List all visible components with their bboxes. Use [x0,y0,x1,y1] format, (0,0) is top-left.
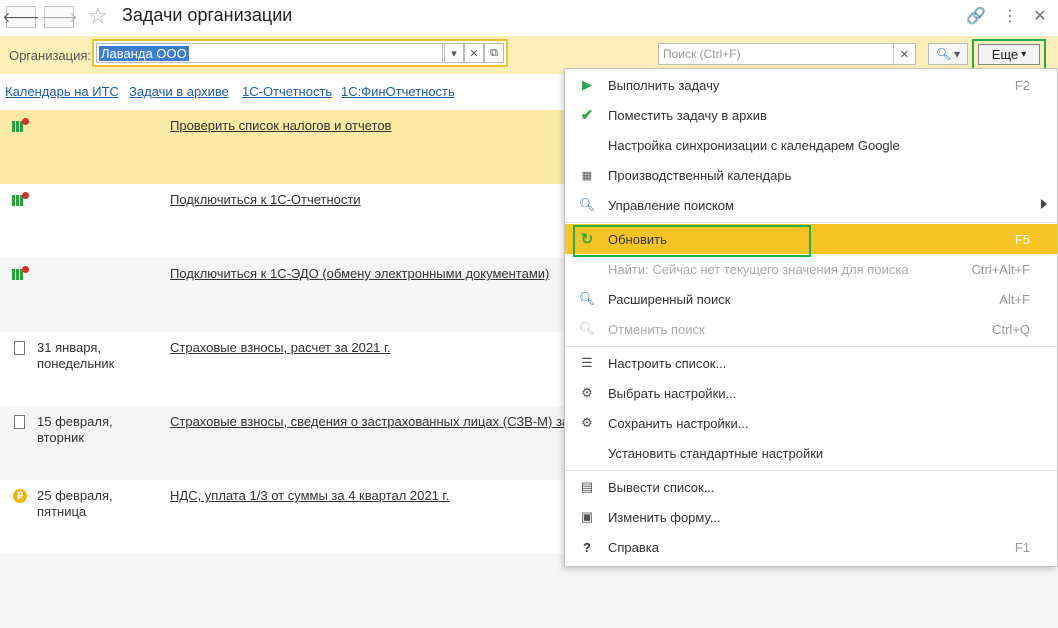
calendar-icon: ▦ [581,169,593,182]
task-title[interactable]: НДС, уплата 1/3 от суммы за 4 квартал 20… [170,488,449,503]
menu-item-choose-settings[interactable]: ⚙ Выбрать настройки... [565,378,1057,408]
document-icon [12,414,30,432]
menu-item-search-mgmt[interactable]: 🔍︎ Управление поиском [565,190,1057,220]
back-button[interactable]: 🡐 [2,6,40,28]
task-date: 15 февраля, вторник [37,414,113,445]
org-open-button[interactable]: ⧉ [484,43,504,63]
forward-button[interactable]: 🡒 [40,6,78,28]
menu-item-archive[interactable]: ✔ Поместить задачу в архив [565,100,1057,130]
more-menu: ▶ Выполнить задачу F2 ✔ Поместить задачу… [564,68,1058,567]
task-title[interactable]: Проверить список налогов и отчетов [170,118,391,133]
dots-icon[interactable]: ⋮ [1000,6,1020,26]
menu-item-google-sync[interactable]: Настройка синхронизации с календарем Goo… [565,130,1057,160]
ruble-coin-icon: ₽ [12,488,30,506]
search-cancel-icon: 🔍︎ [578,321,596,336]
more-button[interactable]: Еще ▾ [978,44,1040,65]
org-dropdown-button[interactable]: ▾ [444,43,464,63]
task-date: 31 января, понедельник [37,340,115,371]
menu-item-output-list[interactable]: ▤ Вывести список... [565,472,1057,502]
play-icon: ▶ [582,77,592,92]
checkmark-icon: ✔ [580,107,594,124]
page-title: Задачи организации [122,5,293,25]
link-1c-finreporting[interactable]: 1С:ФинОтчетность [341,84,455,99]
refresh-icon: ↻ [580,231,594,248]
submenu-arrow-icon [1041,199,1047,209]
search-button[interactable]: 🔍︎ ▾ [928,43,968,65]
chevron-down-icon: ▾ [954,47,961,61]
search-icon: 🔍︎ [578,291,596,306]
menu-item-save-settings[interactable]: ⚙ Сохранить настройки... [565,408,1057,438]
menu-item-default-settings[interactable]: Установить стандартные настройки [565,438,1057,468]
menu-separator [565,470,1057,471]
menu-item-find: Найти: Сейчас нет текущего значения для … [608,262,1030,277]
open-window-icon: ⧉ [490,46,498,59]
more-button-label: Еще [991,47,1019,62]
form-icon: ▣ [580,509,594,524]
task-title[interactable]: Страховые взносы, расчет за 2021 г. [170,340,391,355]
menu-item-help[interactable]: ? Справка F1 [565,532,1057,562]
org-input[interactable]: Лаванда ООО [96,43,443,63]
org-label: Организация: [9,48,92,63]
search-icon: 🔍︎ [935,47,952,61]
task-title[interactable]: Страховые взносы, сведения о застрахован… [170,414,569,429]
menu-separator [565,346,1057,347]
task-title[interactable]: Подключиться к 1С-ЭДО (обмену электронны… [170,266,549,281]
task-icon [12,192,30,210]
settings-save-icon: ⚙ [581,415,593,430]
menu-item-adv-search[interactable]: 🔍︎ Расширенный поиск Alt+F [565,284,1057,314]
link-1c-reporting[interactable]: 1С-Отчетность [242,84,332,99]
org-value: Лаванда ООО [99,46,189,61]
search-placeholder: Поиск (Ctrl+F) [663,47,741,61]
arrow-left-icon: 🡐 [2,8,40,25]
more-button-highlight: Еще ▾ [972,39,1046,70]
chevron-down-icon: ▾ [1021,49,1027,60]
clear-icon: ✕ [899,48,910,61]
help-icon: ? [583,539,591,555]
org-field-wrapper: Лаванда ООО ▾ ✕ ⧉ [92,39,508,67]
clear-icon: ✕ [469,47,479,60]
search-input[interactable]: Поиск (Ctrl+F) ✕ [658,43,916,65]
menu-separator [565,222,1057,223]
link-its-calendar[interactable]: Календарь на ИТС [5,84,119,99]
org-clear-button[interactable]: ✕ [464,43,484,63]
list-settings-icon: ☰ [581,355,593,370]
chevron-down-icon: ▾ [451,47,457,60]
arrow-right-icon: 🡒 [40,8,78,25]
star-icon[interactable]: ☆ [88,3,108,29]
document-icon [12,340,30,358]
task-icon [12,266,30,284]
task-date: 25 февраля, пятница [37,488,113,519]
search-icon: 🔍︎ [578,197,596,212]
task-title[interactable]: Подключиться к 1С-Отчетности [170,192,361,207]
link-archive[interactable]: Задачи в архиве [129,84,229,99]
title-bar: 🡐 🡒 ☆ Задачи организации 🔗 ⋮ ✕ [0,0,1058,36]
menu-item-refresh[interactable]: ↻ Обновить F5 [565,224,1057,257]
menu-item-run-task[interactable]: ▶ Выполнить задачу F2 [565,70,1057,100]
task-icon [12,118,30,136]
search-clear-button[interactable]: ✕ [893,44,915,64]
link-icon[interactable]: 🔗 [966,6,986,26]
menu-item-configure-list[interactable]: ☰ Настроить список... [565,348,1057,378]
menu-item-cancel-search: 🔍︎ Отменить поиск Ctrl+Q [578,321,1030,337]
menu-item-prod-calendar[interactable]: ▦ Производственный календарь [565,160,1057,190]
menu-item-change-form[interactable]: ▣ Изменить форму... [565,502,1057,532]
settings-open-icon: ⚙ [581,385,593,400]
printer-icon: ▤ [580,479,594,494]
close-icon[interactable]: ✕ [1030,6,1050,26]
